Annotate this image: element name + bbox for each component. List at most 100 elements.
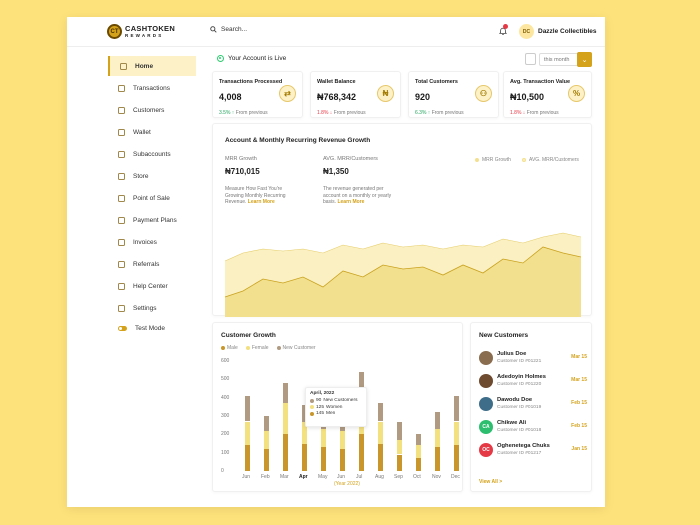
bar-segment-female[interactable] (320, 428, 326, 448)
bar-segment-male[interactable] (453, 445, 459, 471)
sidebar-item-payment-plans[interactable]: Payment Plans (108, 210, 196, 230)
view-all-link[interactable]: View All > (479, 479, 502, 485)
bar-segment-new-customer[interactable] (453, 395, 459, 422)
sidebar-item-help-center[interactable]: Help Center (108, 276, 196, 296)
bar-segment-new-customer[interactable] (263, 416, 269, 431)
help-icon (118, 282, 125, 290)
bar-segment-male[interactable] (282, 434, 288, 471)
customer-name: Chikwe Ali (497, 420, 527, 426)
store-icon (118, 172, 125, 180)
chart-year-label: (Year 2022) (334, 481, 360, 487)
bar-segment-male[interactable] (415, 458, 421, 471)
search-icon (210, 26, 217, 33)
customer-date: Feb 15 (571, 400, 587, 406)
customer-id: Customer ID #01221 (497, 359, 542, 364)
bar-segment-new-customer[interactable] (434, 412, 440, 429)
sidebar-item-referrals[interactable]: Referrals (108, 254, 196, 274)
tooltip-row: 125 Women (310, 405, 362, 410)
bar-segment-female[interactable] (377, 421, 383, 445)
stat-title: Transactions Processed (219, 79, 283, 85)
list-item[interactable]: Adedoyin Holmes Customer ID #01220 Mar 1… (479, 373, 587, 389)
list-item[interactable]: CA Chikwe Ali Customer ID #01018 Feb 15 (479, 419, 587, 435)
sidebar-item-label: Help Center (133, 282, 168, 290)
x-tick-label: Aug (375, 474, 384, 480)
learn-more-link[interactable]: Learn More (337, 199, 364, 205)
list-item[interactable]: Dawodu Doe Customer ID #01019 Feb 15 (479, 396, 587, 412)
sidebar-item-label: Settings (133, 304, 157, 312)
bar-segment-male[interactable] (263, 449, 269, 471)
stat-change: 6.3% ↑ From previous (415, 110, 464, 116)
bar-segment-male[interactable] (434, 447, 440, 471)
bar-segment-male[interactable] (396, 454, 402, 471)
x-tick-label: Dec (451, 474, 460, 480)
bar-segment-male[interactable] (377, 444, 383, 471)
bar-segment-male[interactable] (301, 444, 307, 471)
sidebar-item-wallet[interactable]: Wallet (108, 122, 196, 142)
bar-segment-female[interactable] (434, 428, 440, 448)
list-item[interactable]: OC Oghenetega Chuks Customer ID #01217 J… (479, 442, 587, 458)
bar-segment-female[interactable] (415, 445, 421, 459)
search-bar[interactable]: Search... (210, 26, 247, 33)
bar-segment-new-customer[interactable] (244, 395, 250, 422)
bar-segment-male[interactable] (358, 434, 364, 471)
transactions-icon (118, 84, 125, 92)
sidebar-item-store[interactable]: Store (108, 166, 196, 186)
search-input[interactable]: Search... (221, 26, 247, 33)
bar-segment-new-customer[interactable] (396, 421, 402, 440)
bar-segment-female[interactable] (282, 403, 288, 435)
bar-segment-female[interactable] (396, 439, 402, 455)
x-tick-label: Mar (280, 474, 289, 480)
x-tick-label: Jun (337, 474, 346, 480)
brand-logo[interactable]: CT CASHTOKEN REWARDS (107, 24, 175, 39)
sidebar-item-point-of-sale[interactable]: Point of Sale (108, 188, 196, 208)
chevron-down-icon[interactable]: ⌄ (577, 52, 592, 67)
list-item[interactable]: Julius Doe Customer ID #01221 Mar 15 (479, 350, 587, 366)
bar-segment-female[interactable] (244, 421, 250, 446)
settings-icon (118, 304, 125, 312)
sidebar-item-subaccounts[interactable]: Subaccounts (108, 144, 196, 164)
sidebar-item-test-mode[interactable]: Test Mode (108, 318, 196, 338)
x-tick-label: May (318, 474, 328, 480)
user-name[interactable]: Dazzle Collectibles (538, 28, 597, 35)
x-tick-label: Jul (356, 474, 363, 480)
bar-segment-new-customer[interactable] (377, 403, 383, 422)
bar-segment-new-customer[interactable] (282, 383, 288, 404)
sidebar-item-home[interactable]: Home (108, 56, 196, 76)
y-tick-label: 200 (221, 431, 230, 438)
bar-segment-female[interactable] (263, 430, 269, 449)
top-bar: CT CASHTOKEN REWARDS Search... DC Dazzle… (67, 17, 605, 47)
sidebar-item-settings[interactable]: Settings (108, 298, 196, 318)
bar-segment-male[interactable] (320, 447, 326, 471)
bar-segment-new-customer[interactable] (415, 434, 421, 446)
tooltip-row: 145 Men (310, 411, 362, 416)
period-select[interactable]: this month (539, 53, 579, 66)
revenue-card-title: Account & Monthly Recurring Revenue Grow… (225, 137, 371, 144)
bar-segment-male[interactable] (339, 449, 345, 471)
calendar-icon[interactable] (525, 53, 536, 65)
y-tick-label: 500 (221, 376, 230, 383)
sidebar-item-label: Point of Sale (133, 194, 170, 202)
x-tick-label: Sep (394, 474, 403, 480)
tooltip-title: April, 2022 (310, 391, 335, 396)
user-avatar[interactable]: DC (519, 24, 534, 39)
revenue-area-chart (224, 232, 582, 317)
bar-segment-female[interactable] (339, 430, 345, 449)
percent-icon: % (568, 85, 585, 102)
stat-change: 1.8% ↓ From previous (510, 110, 559, 116)
sidebar-item-customers[interactable]: Customers (108, 100, 196, 120)
bar-segment-male[interactable] (244, 445, 250, 471)
sidebar-item-transactions[interactable]: Transactions (108, 78, 196, 98)
learn-more-link[interactable]: Learn More (248, 199, 275, 205)
payment-plans-icon (118, 216, 125, 224)
live-status-icon (217, 55, 224, 62)
sidebar: Home Transactions Customers Wallet Subaccoun… (67, 47, 202, 507)
avatar: OC (479, 443, 493, 457)
users-icon: ⚇ (475, 85, 492, 102)
naira-icon: ₦ (377, 85, 394, 102)
sidebar-item-invoices[interactable]: Invoices (108, 232, 196, 252)
customer-id: Customer ID #01220 (497, 382, 542, 387)
x-tick-label: Jun (242, 474, 251, 480)
dashboard-window: CT CASHTOKEN REWARDS Search... DC Dazzle… (67, 17, 605, 507)
y-tick-label: 100 (221, 449, 230, 456)
bar-segment-female[interactable] (453, 421, 459, 446)
